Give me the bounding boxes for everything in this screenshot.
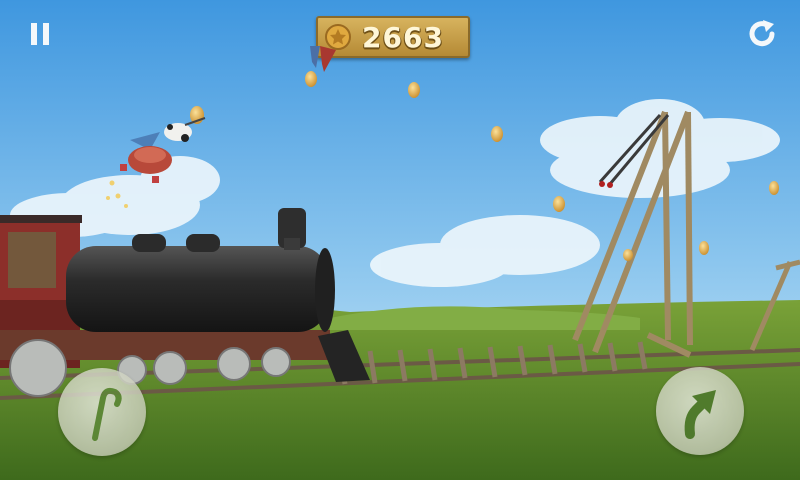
pause-icon (31, 23, 49, 45)
restart-icon (749, 20, 775, 47)
coin (408, 82, 420, 98)
coin (553, 196, 565, 212)
umbrella-handle-icon (92, 387, 122, 441)
jump-button[interactable] (656, 367, 744, 455)
umbrella-button[interactable] (58, 368, 146, 456)
coin (491, 126, 503, 142)
restart-button[interactable] (742, 14, 782, 54)
coin (699, 241, 709, 255)
jump-arrow-icon (684, 390, 716, 439)
coin (623, 249, 633, 261)
ribbon-icon (310, 46, 336, 72)
coin (769, 181, 779, 195)
crane-hook (599, 181, 605, 187)
pause-button[interactable] (22, 16, 58, 52)
crane-hook (607, 182, 613, 188)
score-value: 2663 (362, 20, 444, 54)
